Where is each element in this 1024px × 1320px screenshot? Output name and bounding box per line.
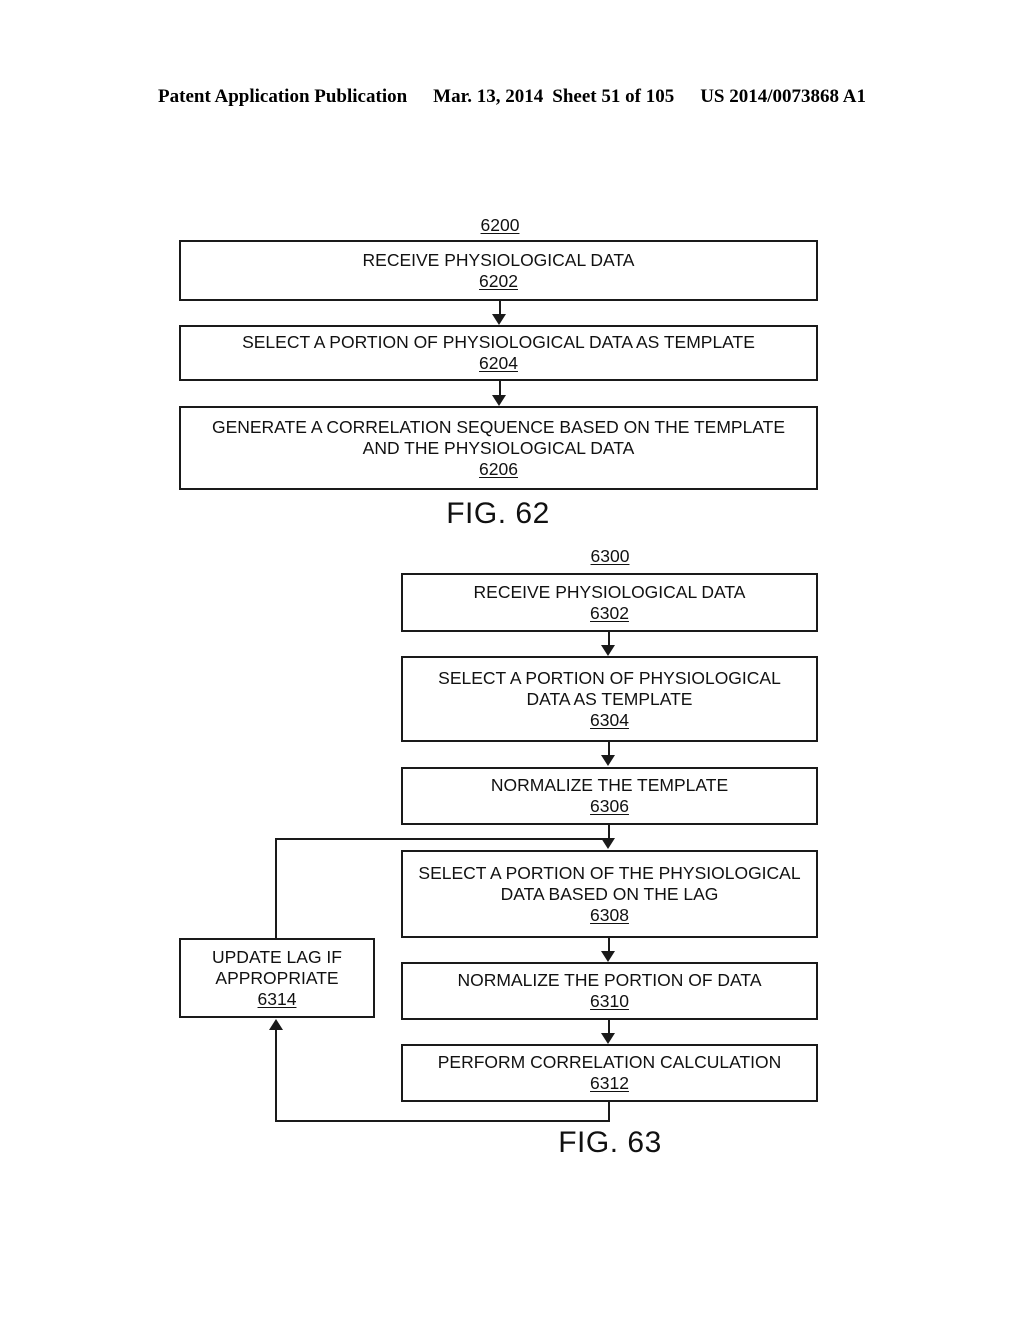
flow-node-6312[interactable]: PERFORM CORRELATION CALCULATION 6312 — [401, 1044, 818, 1102]
connector-6310-to-6312 — [608, 1020, 610, 1033]
flow-node-6304-ref: 6304 — [590, 709, 629, 730]
figure-63-caption: FIG. 63 — [558, 1126, 662, 1159]
arrowhead-6302-to-6304 — [601, 645, 615, 656]
flow-node-6304[interactable]: SELECT A PORTION OF PHYSIOLOGICAL DATA A… — [401, 656, 818, 742]
connector-6306-to-6308 — [608, 825, 610, 838]
flow-node-6302[interactable]: RECEIVE PHYSIOLOGICAL DATA 6302 — [401, 573, 818, 632]
flow-node-6304-line-1: SELECT A PORTION OF PHYSIOLOGICAL — [438, 667, 781, 688]
feedback-6314-up-segment — [275, 838, 277, 939]
flow-node-6308-line-2: DATA BASED ON THE LAG — [500, 883, 719, 904]
feedback-6314-to-6308-horizontal — [275, 838, 609, 840]
flow-node-6304-line-2: DATA AS TEMPLATE — [526, 688, 693, 709]
connector-6302-to-6304 — [608, 632, 610, 645]
flow-node-6314-ref: 6314 — [257, 988, 297, 1009]
connector-6304-to-6306 — [608, 742, 610, 756]
flow-node-6312-line-1: PERFORM CORRELATION CALCULATION — [437, 1052, 782, 1072]
flow-node-6310-line-1: NORMALIZE THE PORTION OF DATA — [457, 970, 762, 990]
flow-node-6314[interactable]: UPDATE LAG IF APPROPRIATE 6314 — [179, 938, 375, 1018]
flow-node-6302-line-1: RECEIVE PHYSIOLOGICAL DATA — [473, 581, 746, 602]
flow-node-6308-ref: 6308 — [590, 904, 629, 925]
feedback-6312-to-6314-horizontal — [275, 1120, 610, 1122]
flow-node-6306-line-1: NORMALIZE THE TEMPLATE — [490, 775, 729, 795]
flow-node-6308-line-1: SELECT A PORTION OF THE PHYSIOLOGICAL — [418, 862, 801, 883]
flow-node-6308[interactable]: SELECT A PORTION OF THE PHYSIOLOGICAL DA… — [401, 850, 818, 938]
feedback-6312-down-segment — [608, 1102, 610, 1122]
figure-63: 6300 RECEIVE PHYSIOLOGICAL DATA 6302 SEL… — [0, 0, 1024, 1320]
arrowhead-6304-to-6306 — [601, 755, 615, 766]
feedback-6312-to-6314-vertical — [275, 1030, 277, 1122]
flow-node-6312-ref: 6312 — [590, 1073, 629, 1093]
arrowhead-feedback-into-6314 — [269, 1019, 283, 1030]
flow-node-6314-line-1: UPDATE LAG IF — [212, 946, 342, 967]
flow-node-6306-ref: 6306 — [590, 796, 629, 816]
flow-node-6306[interactable]: NORMALIZE THE TEMPLATE 6306 — [401, 767, 818, 825]
flow-node-6302-ref: 6302 — [590, 602, 629, 623]
diagram-ref-6300: 6300 — [590, 546, 630, 566]
flow-node-6310-ref: 6310 — [590, 991, 629, 1011]
arrowhead-6310-to-6312 — [601, 1033, 615, 1044]
flow-node-6310[interactable]: NORMALIZE THE PORTION OF DATA 6310 — [401, 962, 818, 1020]
arrowhead-6308-to-6310 — [601, 951, 615, 962]
connector-6308-to-6310 — [608, 938, 610, 951]
flow-node-6314-line-2: APPROPRIATE — [215, 967, 339, 988]
